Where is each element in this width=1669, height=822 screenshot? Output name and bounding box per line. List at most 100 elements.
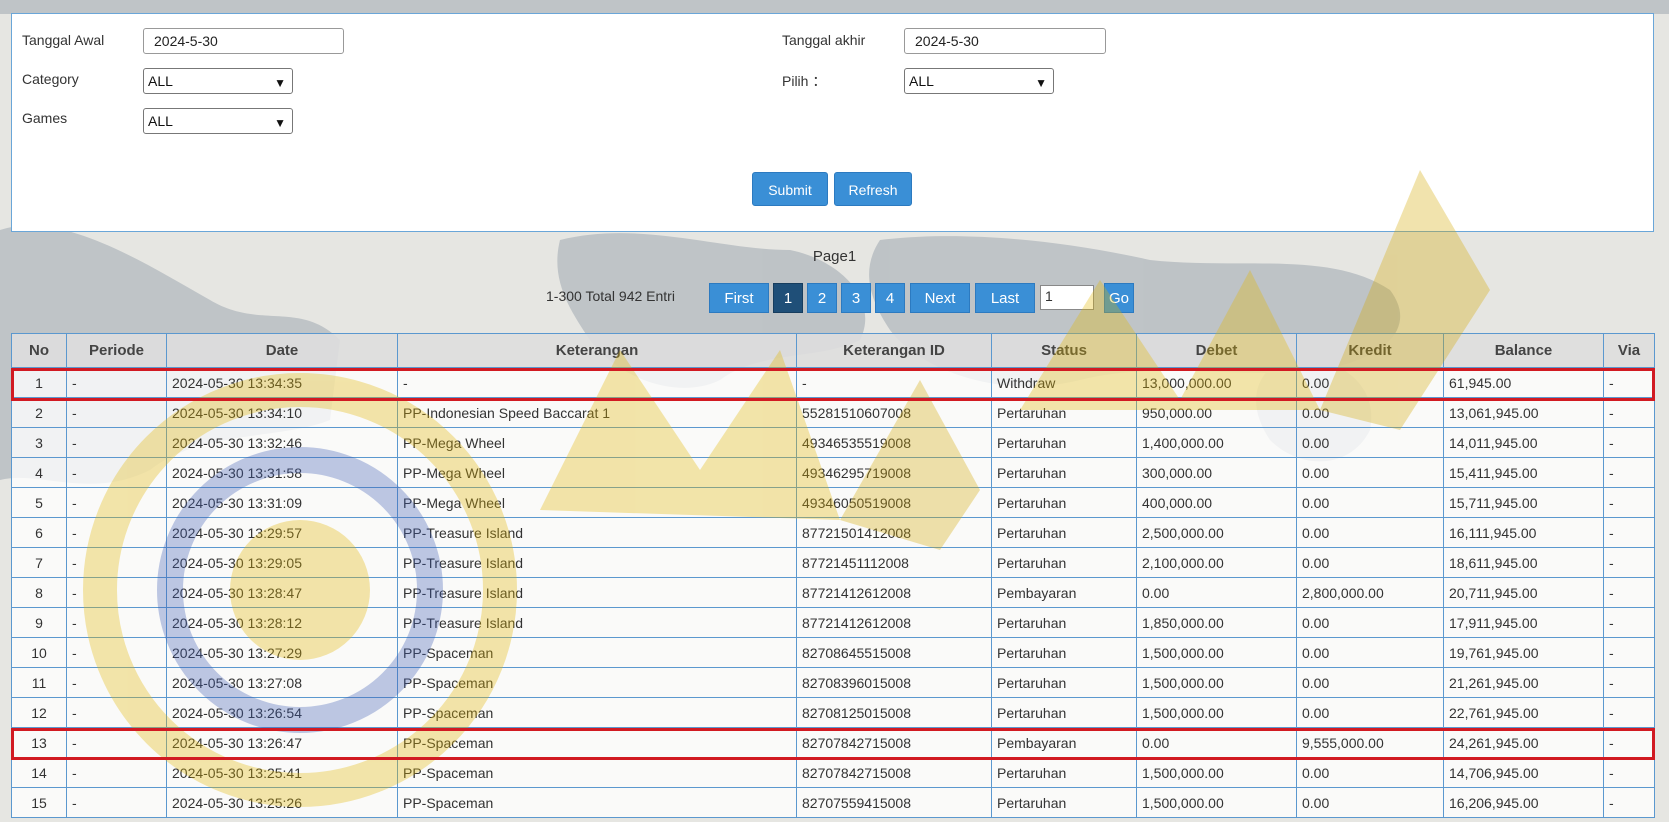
table-cell: - xyxy=(1603,427,1655,458)
category-label: Category xyxy=(22,71,79,87)
page-button-4[interactable]: 4 xyxy=(875,283,905,313)
table-cell: 2024-05-30 13:31:09 xyxy=(166,487,398,518)
table-cell: 300,000.00 xyxy=(1136,457,1297,488)
column-header: Status xyxy=(991,333,1137,368)
tanggal-awal-input[interactable]: 2024-5-30 xyxy=(143,28,344,54)
table-cell: 11 xyxy=(11,667,67,698)
tanggal-awal-label: Tanggal Awal xyxy=(22,32,105,48)
page-button-1[interactable]: 1 xyxy=(773,283,803,313)
table-cell: Pertaruhan xyxy=(991,427,1137,458)
table-cell: 2,500,000.00 xyxy=(1136,517,1297,548)
table-cell: 10 xyxy=(11,637,67,668)
table-cell: 1,500,000.00 xyxy=(1136,757,1297,788)
table-cell: - xyxy=(66,397,167,428)
table-row: 15-2024-05-30 13:25:26 PP-Spaceman 8270755… xyxy=(11,787,1655,818)
table-row: 14-2024-05-30 13:25:41 PP-Spaceman 8270784… xyxy=(11,757,1655,788)
table-cell: 15 xyxy=(11,787,67,818)
table-cell: Pertaruhan xyxy=(991,397,1137,428)
table-cell: 82708125015008 xyxy=(796,697,992,728)
column-header: Balance xyxy=(1443,333,1604,368)
submit-button[interactable]: Submit xyxy=(752,172,828,206)
chevron-down-icon: ▼ xyxy=(1035,76,1047,90)
pilih-select[interactable]: ALL ▼ xyxy=(904,68,1054,94)
table-cell: - xyxy=(66,607,167,638)
games-select-value: ALL xyxy=(148,113,173,129)
goto-page-input[interactable]: 1 xyxy=(1040,285,1094,310)
pilih-label: Pilih ： xyxy=(782,73,827,89)
go-button[interactable]: Go xyxy=(1104,283,1134,313)
filter-panel: Tanggal Awal 2024-5-30 Tanggal akhir 202… xyxy=(11,13,1654,232)
table-cell: 1,500,000.00 xyxy=(1136,697,1297,728)
table-cell: - xyxy=(66,757,167,788)
table-cell: 82707559415008 xyxy=(796,787,992,818)
table-cell: PP-Mega Wheel xyxy=(397,487,797,518)
table-cell: 82707842715008 xyxy=(796,757,992,788)
table-cell: 19,761,945.00 xyxy=(1443,637,1604,668)
table-cell: Pertaruhan xyxy=(991,607,1137,638)
table-cell: 21,261,945.00 xyxy=(1443,667,1604,698)
table-cell: - xyxy=(1603,487,1655,518)
table-cell: - xyxy=(66,457,167,488)
table-cell: 0.00 xyxy=(1296,547,1444,578)
last-page-button[interactable]: Last xyxy=(975,283,1035,313)
table-cell: - xyxy=(66,667,167,698)
table-cell: - xyxy=(66,367,167,398)
table-row: 3-2024-05-30 13:32:46 PP-Mega Wheel 493465… xyxy=(11,427,1655,458)
table-cell: 0.00 xyxy=(1296,667,1444,698)
table-cell: Pembayaran xyxy=(991,727,1137,758)
table-cell: 0.00 xyxy=(1296,787,1444,818)
table-cell: 1,500,000.00 xyxy=(1136,637,1297,668)
table-cell: - xyxy=(1603,547,1655,578)
table-cell: - xyxy=(66,697,167,728)
table-cell: - xyxy=(1603,367,1655,398)
table-cell: 49346050519008 xyxy=(796,487,992,518)
table-cell: 82708645515008 xyxy=(796,637,992,668)
table-cell: 2024-05-30 13:31:58 xyxy=(166,457,398,488)
category-select[interactable]: ALL ▼ xyxy=(143,68,293,94)
refresh-button[interactable]: Refresh xyxy=(834,172,912,206)
column-header: Debet xyxy=(1136,333,1297,368)
tanggal-akhir-input[interactable]: 2024-5-30 xyxy=(904,28,1106,54)
table-cell: 22,761,945.00 xyxy=(1443,697,1604,728)
table-cell: 1,850,000.00 xyxy=(1136,607,1297,638)
table-cell: 49346535519008 xyxy=(796,427,992,458)
table-row: 9-2024-05-30 13:28:12 PP-Treasure Island 8… xyxy=(11,607,1655,638)
games-select[interactable]: ALL ▼ xyxy=(143,108,293,134)
table-cell: Pertaruhan xyxy=(991,547,1137,578)
table-cell: 0.00 xyxy=(1296,487,1444,518)
column-header: Keterangan ID xyxy=(796,333,992,368)
table-cell: 400,000.00 xyxy=(1136,487,1297,518)
table-row: 2-2024-05-30 13:34:10 PP-Indonesian Speed… xyxy=(11,397,1655,428)
table-cell: 82708396015008 xyxy=(796,667,992,698)
table-cell: 87721501412008 xyxy=(796,517,992,548)
chevron-down-icon: ▼ xyxy=(274,76,286,90)
table-cell: - xyxy=(66,577,167,608)
table-cell: 87721412612008 xyxy=(796,607,992,638)
table-row: 13-2024-05-30 13:26:47 PP-Spaceman 8270784… xyxy=(11,727,1655,758)
table-cell: - xyxy=(1603,757,1655,788)
table-cell: - xyxy=(1603,517,1655,548)
table-row: 4-2024-05-30 13:31:58 PP-Mega Wheel 493462… xyxy=(11,457,1655,488)
table-cell: 6 xyxy=(11,517,67,548)
page-button-3[interactable]: 3 xyxy=(841,283,871,313)
first-page-button[interactable]: First xyxy=(709,283,769,313)
table-cell: - xyxy=(1603,697,1655,728)
table-cell: PP-Treasure Island xyxy=(397,517,797,548)
column-header: Periode xyxy=(66,333,167,368)
column-header: Date xyxy=(166,333,398,368)
table-cell: 13 xyxy=(11,727,67,758)
table-cell: 2 xyxy=(11,397,67,428)
table-cell: 3 xyxy=(11,427,67,458)
table-cell: 1,400,000.00 xyxy=(1136,427,1297,458)
table-cell: 87721412612008 xyxy=(796,577,992,608)
table-cell: 0.00 xyxy=(1296,757,1444,788)
table-cell: 0.00 xyxy=(1296,397,1444,428)
next-page-button[interactable]: Next xyxy=(910,283,970,313)
table-cell: 87721451112008 xyxy=(796,547,992,578)
column-header: Keterangan xyxy=(397,333,797,368)
table-header-row: No Periode Date Keterangan Keterangan ID Stat… xyxy=(11,333,1655,368)
table-cell: 8 xyxy=(11,577,67,608)
table-cell: 0.00 xyxy=(1296,697,1444,728)
page-button-2[interactable]: 2 xyxy=(807,283,837,313)
table-cell: 16,206,945.00 xyxy=(1443,787,1604,818)
